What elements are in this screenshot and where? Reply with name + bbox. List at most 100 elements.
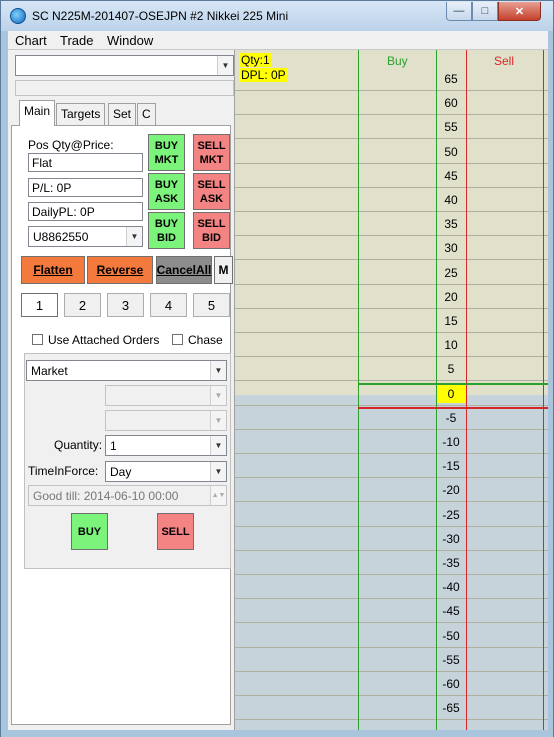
window-title: SC N225M-201407-OSEJPN #2 Nikkei 225 Min… bbox=[32, 9, 289, 23]
qty-button-3[interactable]: 3 bbox=[107, 293, 144, 317]
good-till-value: Good till: 2014-06-10 00:00 bbox=[33, 489, 179, 503]
current-price-cell: 0 bbox=[436, 385, 466, 403]
ladder-row[interactable]: 40 bbox=[235, 188, 548, 212]
tab-c[interactable]: C bbox=[137, 103, 156, 125]
price-cell: -30 bbox=[442, 532, 460, 546]
tab-main[interactable]: Main bbox=[19, 100, 56, 126]
ladder-row[interactable]: -45 bbox=[235, 599, 548, 623]
minimize-button[interactable]: — bbox=[446, 2, 472, 21]
menu-bar: Chart Trade Window bbox=[8, 31, 548, 50]
price-cell: -50 bbox=[442, 629, 460, 643]
sell-column-divider bbox=[543, 50, 544, 730]
buy-market-button[interactable]: BUY MKT bbox=[148, 134, 185, 171]
ladder-row[interactable]: 15 bbox=[235, 309, 548, 333]
buy-bid-button[interactable]: BUY BID bbox=[148, 212, 185, 249]
close-button[interactable]: ✕ bbox=[498, 2, 541, 21]
window-bottom-border bbox=[1, 730, 553, 737]
price-cell: -55 bbox=[442, 653, 460, 667]
chevron-down-icon: ▼ bbox=[210, 386, 226, 405]
quantity-combo[interactable]: 1 ▼ bbox=[105, 435, 227, 456]
price-cell: 50 bbox=[444, 145, 458, 159]
good-till-field: Good till: 2014-06-10 00:00 ▲▼ bbox=[28, 485, 227, 506]
price-column-left-divider bbox=[436, 50, 437, 730]
sell-ask-button[interactable]: SELL ASK bbox=[193, 173, 230, 210]
ask-line bbox=[358, 407, 548, 409]
m-button[interactable]: M bbox=[214, 256, 233, 284]
ladder-row[interactable]: -60 bbox=[235, 672, 548, 696]
price-cell: 5 bbox=[447, 362, 455, 376]
order-type-combo[interactable]: Market ▼ bbox=[26, 360, 227, 381]
main-content: ▼ Main Targets Set C Pos Qty@Price: Flat… bbox=[8, 50, 548, 730]
menu-window[interactable]: Window bbox=[107, 33, 153, 48]
time-in-force-value: Day bbox=[110, 465, 132, 479]
price-cell: -45 bbox=[442, 604, 460, 618]
tab-targets[interactable]: Targets bbox=[56, 103, 106, 125]
time-in-force-label: TimeInForce: bbox=[28, 464, 99, 478]
trading-window: SC N225M-201407-OSEJPN #2 Nikkei 225 Min… bbox=[0, 0, 554, 737]
ladder-row[interactable]: -20 bbox=[235, 478, 548, 502]
chase-checkbox[interactable] bbox=[172, 334, 183, 345]
ladder-row[interactable]: -55 bbox=[235, 648, 548, 672]
account-combo[interactable]: U8862550 ▼ bbox=[28, 226, 143, 247]
use-attached-orders-checkbox[interactable] bbox=[32, 334, 43, 345]
ladder-row[interactable]: -5 bbox=[235, 406, 548, 430]
qty-button-4[interactable]: 4 bbox=[150, 293, 187, 317]
buy-ask-button[interactable]: BUY ASK bbox=[148, 173, 185, 210]
ladder-row[interactable]: 60 bbox=[235, 91, 548, 115]
ladder-row[interactable]: 30 bbox=[235, 236, 548, 260]
chevron-down-icon[interactable]: ▼ bbox=[217, 56, 233, 75]
price-cell: -40 bbox=[442, 580, 460, 594]
ladder-row[interactable]: -10 bbox=[235, 430, 548, 454]
sell-button[interactable]: SELL bbox=[157, 513, 194, 550]
title-bar[interactable]: SC N225M-201407-OSEJPN #2 Nikkei 225 Min… bbox=[1, 1, 553, 31]
symbol-combo[interactable]: ▼ bbox=[15, 55, 234, 76]
ladder-row[interactable]: 0 bbox=[235, 382, 548, 406]
chevron-down-icon[interactable]: ▼ bbox=[210, 361, 226, 380]
price-cell: -65 bbox=[442, 701, 460, 715]
pl-field: P/L: 0P bbox=[28, 178, 143, 197]
chevron-down-icon[interactable]: ▼ bbox=[210, 462, 226, 481]
ladder-row[interactable]: -65 bbox=[235, 696, 548, 720]
price-cell: -60 bbox=[442, 677, 460, 691]
buy-column-divider bbox=[358, 50, 359, 730]
app-icon bbox=[10, 8, 26, 24]
ladder-row[interactable]: 20 bbox=[235, 285, 548, 309]
ladder-row[interactable]: 25 bbox=[235, 261, 548, 285]
buy-button[interactable]: BUY bbox=[71, 513, 108, 550]
menu-chart[interactable]: Chart bbox=[15, 33, 47, 48]
chevron-down-icon[interactable]: ▼ bbox=[210, 436, 226, 455]
ladder-row[interactable]: -30 bbox=[235, 527, 548, 551]
ladder-row[interactable]: -15 bbox=[235, 454, 548, 478]
sell-column-header: Sell bbox=[494, 54, 515, 68]
price-ladder: 65 60 55 50 45 40 35 30 25 20 15 10 5 0 -5 -10 -15 -20 -25… bbox=[235, 50, 548, 730]
price-cell: 45 bbox=[444, 169, 458, 183]
ladder-row[interactable]: 10 bbox=[235, 333, 548, 357]
time-in-force-combo[interactable]: Day ▼ bbox=[105, 461, 227, 482]
sell-market-button[interactable]: SELL MKT bbox=[193, 134, 230, 171]
ladder-row[interactable]: 35 bbox=[235, 212, 548, 236]
chase-label: Chase bbox=[188, 333, 223, 347]
qty-button-5[interactable]: 5 bbox=[193, 293, 230, 317]
chevron-down-icon[interactable]: ▼ bbox=[126, 227, 142, 246]
tab-set[interactable]: Set bbox=[108, 103, 137, 125]
qty-button-1[interactable]: 1 bbox=[21, 293, 58, 317]
ladder-row[interactable]: 5 bbox=[235, 357, 548, 381]
sell-bid-button[interactable]: SELL BID bbox=[193, 212, 230, 249]
ladder-row[interactable]: 50 bbox=[235, 140, 548, 164]
ladder-row[interactable]: 45 bbox=[235, 164, 548, 188]
ladder-row[interactable]: -40 bbox=[235, 575, 548, 599]
ladder-row[interactable]: -35 bbox=[235, 551, 548, 575]
price-cell: 30 bbox=[444, 241, 458, 255]
flatten-button[interactable]: Flatten bbox=[21, 256, 85, 284]
qty-button-2[interactable]: 2 bbox=[64, 293, 101, 317]
ladder-row[interactable]: -50 bbox=[235, 624, 548, 648]
ladder-row[interactable]: 55 bbox=[235, 115, 548, 139]
cancel-all-button[interactable]: CancelAll bbox=[156, 256, 212, 284]
price-cell: -35 bbox=[442, 556, 460, 570]
menu-trade[interactable]: Trade bbox=[60, 33, 93, 48]
ladder-row[interactable]: -25 bbox=[235, 503, 548, 527]
maximize-button[interactable]: □ bbox=[472, 2, 498, 21]
order-type-value: Market bbox=[31, 364, 68, 378]
qty-indicator: Qty:1 bbox=[239, 53, 272, 67]
reverse-button[interactable]: Reverse bbox=[87, 256, 153, 284]
